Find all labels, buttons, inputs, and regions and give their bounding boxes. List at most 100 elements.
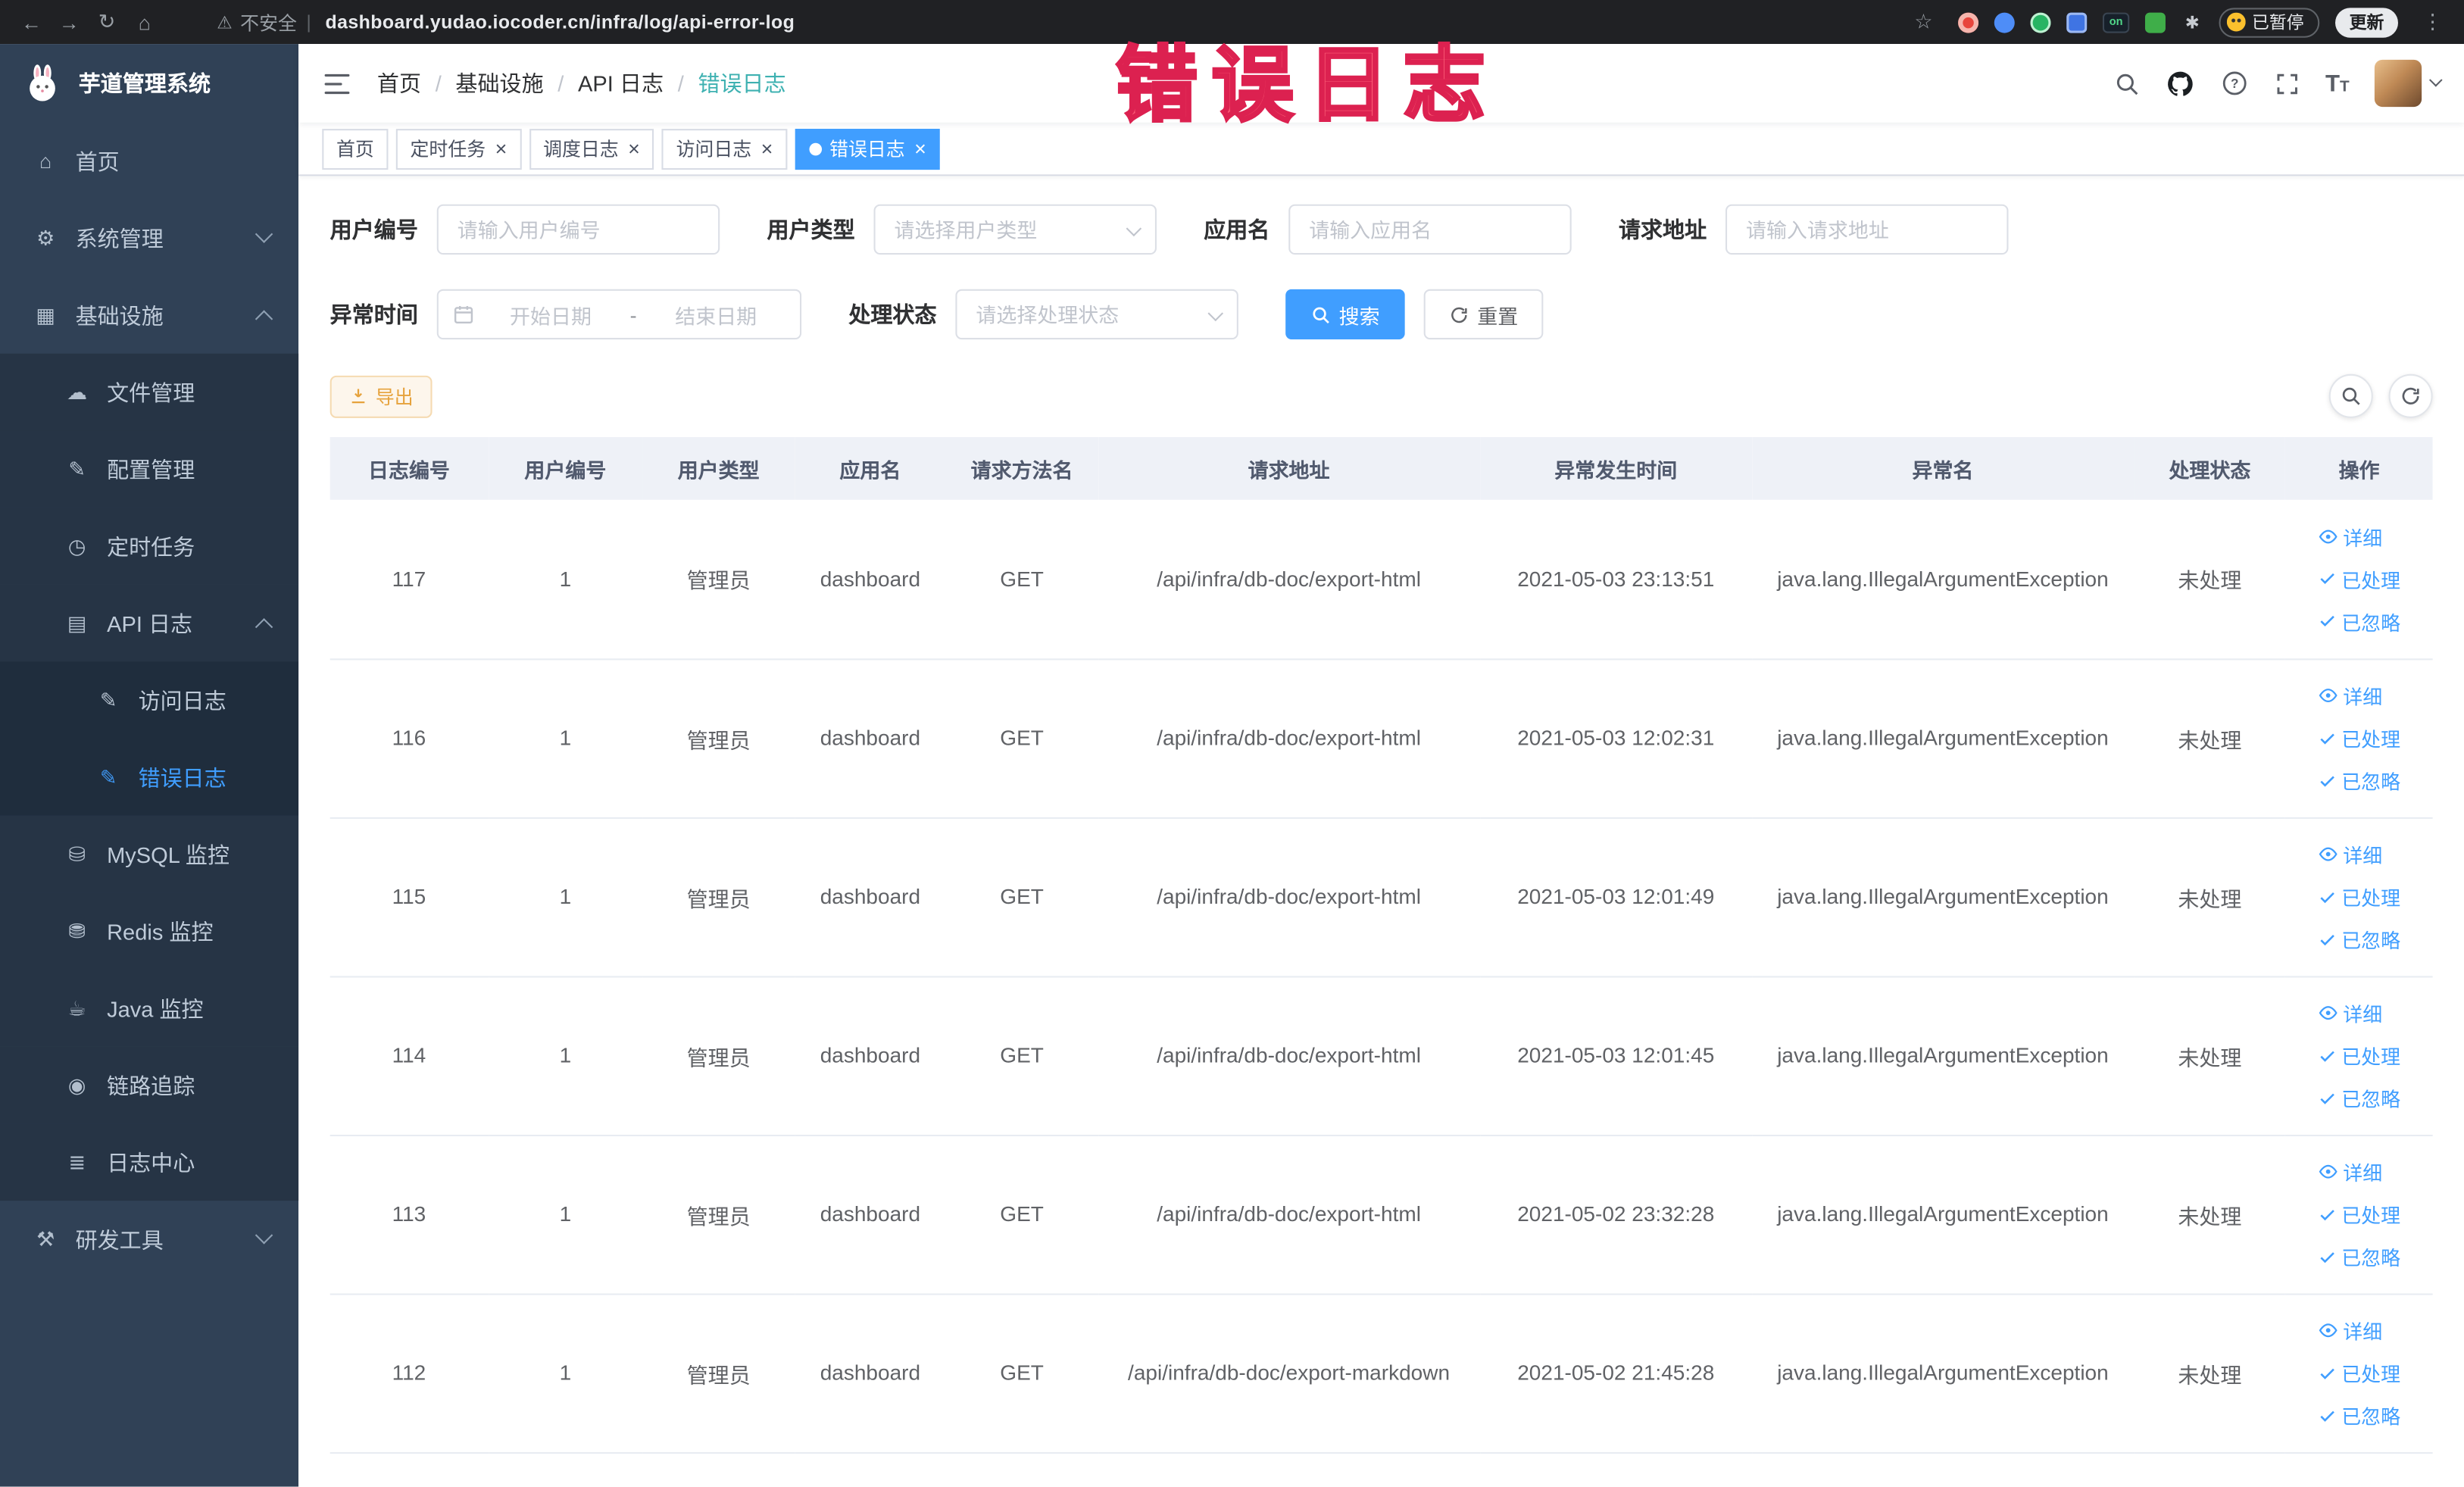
action-detail-link[interactable]: 详细 xyxy=(2318,515,2400,558)
bookmark-star-icon[interactable]: ☆ xyxy=(1905,9,1943,34)
action-ignored-link[interactable]: 已忽略 xyxy=(2318,600,2400,642)
cell-status: 未处理 xyxy=(2134,499,2286,660)
action-detail-link[interactable]: 详细 xyxy=(2318,674,2400,717)
date-range-separator: - xyxy=(629,302,637,326)
url-text[interactable]: dashboard.yudao.iocoder.cn/infra/log/api… xyxy=(325,11,795,33)
action-detail-link[interactable]: 详细 xyxy=(2318,992,2400,1034)
sidebar-item-log-center[interactable]: ≣ 日志中心 xyxy=(0,1123,299,1201)
extension-icon-red[interactable] xyxy=(1958,11,1979,33)
chrome-update-button[interactable]: 更新 xyxy=(2335,7,2398,37)
sidebar-item-dev-tools[interactable]: ⚒ 研发工具 xyxy=(0,1201,298,1278)
user-id-input[interactable] xyxy=(436,204,720,255)
action-processed-link[interactable]: 已处理 xyxy=(2318,1193,2400,1236)
security-label[interactable]: 不安全 xyxy=(240,8,297,35)
action-ignored-link[interactable]: 已忽略 xyxy=(2318,1394,2400,1436)
tab-error-log[interactable]: 错误日志 × xyxy=(795,128,941,170)
action-processed-link[interactable]: 已处理 xyxy=(2318,558,2400,600)
action-processed-link[interactable]: 已处理 xyxy=(2318,717,2400,759)
tab-close-icon[interactable]: × xyxy=(914,139,926,159)
action-processed-link[interactable]: 已处理 xyxy=(2318,1034,2400,1076)
sidebar-item-java[interactable]: ☕ Java 监控 xyxy=(0,970,299,1047)
reload-icon[interactable]: ↻ xyxy=(88,9,126,34)
sidebar-item-config[interactable]: ✎ 配置管理 xyxy=(0,430,299,508)
filter-row-1: 用户编号 用户类型 应用名 请求 xyxy=(330,204,2433,255)
cell-time: 2021-05-03 12:02:31 xyxy=(1479,658,1752,818)
sidebar-item-trace[interactable]: ◉ 链路追踪 xyxy=(0,1046,299,1124)
sidebar-item-error-log[interactable]: ✎ 错误日志 xyxy=(0,739,299,816)
tab-close-icon[interactable]: × xyxy=(628,139,640,159)
process-status-select-input[interactable] xyxy=(955,289,1238,340)
sidebar-item-infra[interactable]: ▦ 基础设施 xyxy=(0,276,298,354)
extensions-puzzle-icon[interactable]: ✱ xyxy=(2181,12,2203,33)
action-ignored-link[interactable]: 已忽略 xyxy=(2318,1236,2400,1278)
sidebar-item-job[interactable]: ◷ 定时任务 xyxy=(0,508,299,585)
refresh-icon xyxy=(1451,306,1467,323)
exception-time-range-picker[interactable]: 开始日期 - 结束日期 xyxy=(436,289,802,340)
check-icon xyxy=(2318,887,2337,906)
sidebar-item-mysql[interactable]: ⛁ MySQL 监控 xyxy=(0,815,299,893)
extension-icon-leaf[interactable] xyxy=(2144,11,2166,33)
user-menu[interactable] xyxy=(2374,59,2443,108)
reset-button[interactable]: 重置 xyxy=(1423,289,1544,340)
tab-close-icon[interactable]: × xyxy=(761,139,773,159)
action-ignored-link[interactable]: 已忽略 xyxy=(2318,759,2400,801)
request-url-input[interactable] xyxy=(1725,204,2009,255)
user-type-select[interactable] xyxy=(873,204,1157,255)
action-detail-link[interactable]: 详细 xyxy=(2318,1151,2400,1193)
action-ignored-link[interactable]: 已忽略 xyxy=(2318,1076,2400,1119)
table-row: 112 1 管理员 dashboard GET/api/infra/db-doc/exp… xyxy=(329,1293,2433,1454)
action-processed-link[interactable]: 已处理 xyxy=(2318,876,2400,918)
extension-icon-blue[interactable] xyxy=(1994,11,2015,33)
export-button[interactable]: 导出 xyxy=(329,374,433,417)
tab-access-log[interactable]: 访问日志 × xyxy=(661,128,788,170)
paused-extension-button[interactable]: 已暂停 xyxy=(2219,7,2320,37)
extension-icon-on-badge[interactable]: on xyxy=(2102,11,2130,33)
row-actions: 详细 已处理 已忽略 xyxy=(2318,992,2400,1119)
tab-close-icon[interactable]: × xyxy=(495,139,507,159)
process-status-select[interactable] xyxy=(955,289,1238,340)
redis-icon: ⛃ xyxy=(68,918,86,942)
eye-icon xyxy=(2318,526,2338,547)
sidebar-item-api-log[interactable]: ▤ API 日志 xyxy=(0,584,299,662)
hamburger-icon[interactable] xyxy=(322,68,351,98)
breadcrumb-item[interactable]: 基础设施 xyxy=(455,67,543,98)
breadcrumb-item[interactable]: 首页 xyxy=(377,67,421,98)
cell-user_type: 管理员 xyxy=(642,658,795,818)
eye-icon xyxy=(2318,844,2338,864)
action-detail-link[interactable]: 详细 xyxy=(2318,1309,2400,1351)
action-detail-link[interactable]: 详细 xyxy=(2318,833,2400,876)
browser-home-icon[interactable]: ⌂ xyxy=(126,10,164,33)
kebab-menu-icon[interactable]: ⋮ xyxy=(2414,9,2452,34)
extension-icon-green[interactable] xyxy=(2030,11,2051,33)
action-processed-link[interactable]: 已处理 xyxy=(2318,1351,2400,1394)
user-type-select-input[interactable] xyxy=(873,204,1157,255)
fullscreen-icon[interactable] xyxy=(2274,70,2300,96)
forward-icon[interactable]: → xyxy=(50,10,88,33)
sidebar-item-system[interactable]: ⚙ 系统管理 xyxy=(0,199,298,276)
help-icon[interactable]: ? xyxy=(2220,69,2248,97)
sidebar-item-file[interactable]: ☁ 文件管理 xyxy=(0,353,299,431)
breadcrumb: 首页 / 基础设施 / API 日志 / 错误日志 xyxy=(377,67,786,98)
action-ignored-link[interactable]: 已忽略 xyxy=(2318,918,2400,961)
back-icon[interactable]: ← xyxy=(13,10,51,33)
tab-home[interactable]: 首页 xyxy=(322,128,389,170)
app-logo: 芋道管理系统 xyxy=(0,44,298,123)
sidebar-item-home[interactable]: ⌂ 首页 xyxy=(0,123,298,200)
search-toggle-button[interactable] xyxy=(2328,373,2373,418)
breadcrumb-item[interactable]: API 日志 xyxy=(578,67,664,98)
user-avatar[interactable] xyxy=(2374,59,2422,108)
search-button[interactable]: 搜索 xyxy=(1285,289,1405,340)
app-name-input[interactable] xyxy=(1288,204,1572,255)
github-icon[interactable] xyxy=(2165,68,2194,98)
sidebar: 芋道管理系统 ⌂ 首页 ⚙ 系统管理 ▦ 基础设施 ☁ 文件管理 ✎ 配置管理 ◷ 定时任务 ▤ API … xyxy=(0,44,299,1487)
refresh-table-button[interactable] xyxy=(2388,373,2433,418)
sidebar-item-access-log[interactable]: ✎ 访问日志 xyxy=(0,661,299,739)
tab-cron-job[interactable]: 定时任务 × xyxy=(395,128,522,170)
sidebar-item-redis[interactable]: ⛃ Redis 监控 xyxy=(0,892,299,970)
extension-icon-grid[interactable] xyxy=(2066,11,2088,33)
gear-icon: ⚙ xyxy=(36,225,55,249)
font-size-icon[interactable]: TT xyxy=(2325,70,2350,96)
table-row: 113 1 管理员 dashboard GET/api/infra/db-doc/exp… xyxy=(329,1134,2433,1295)
search-icon[interactable] xyxy=(2113,70,2140,96)
tab-job-log[interactable]: 调度日志 × xyxy=(529,128,654,170)
